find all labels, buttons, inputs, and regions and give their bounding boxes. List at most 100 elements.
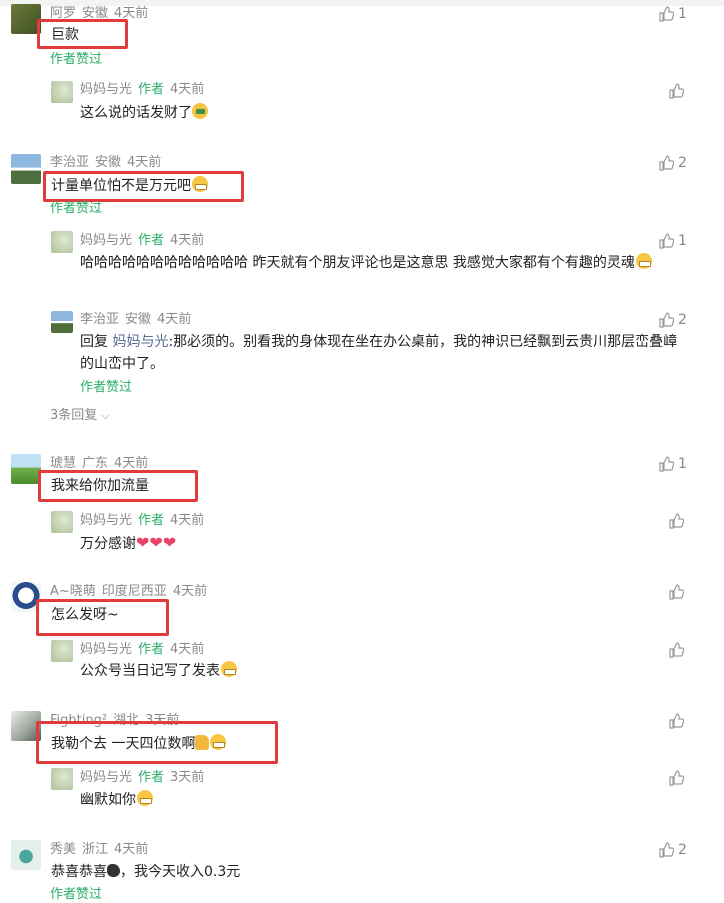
region: 印度尼西亚 [101,584,167,599]
like-button[interactable] [668,512,688,530]
author-badge: 作者 [138,642,165,657]
thumbs-up-icon [669,713,684,729]
comment-meta: 琥慧 广东 4天前 [50,456,154,472]
like-count: 1 [678,456,687,472]
timestamp: 3天前 [170,770,205,785]
like-button[interactable] [668,712,688,730]
thumbs-up-icon [669,770,684,786]
heart-icon: ❤ [136,533,150,552]
comment-text: 我来给你加流量 [51,478,149,494]
avatar[interactable] [11,711,41,741]
comment-text-content: 计量单位怕不是万元吧 [51,178,191,194]
grin-emoji-icon [221,661,237,677]
avatar[interactable] [51,640,73,662]
comment-text: 计量单位怕不是万元吧 [51,176,208,196]
author-liked-label: 作者赞过 [50,887,103,902]
like-button[interactable] [668,583,688,601]
avatar[interactable] [51,768,73,790]
reply-text-content: 万分感谢 [80,536,136,552]
comment-text: 怎么发呀~ [51,607,119,623]
avatar[interactable] [11,582,41,612]
avatar[interactable] [51,511,73,533]
thumbs-up-icon [659,842,674,858]
like-button[interactable]: 2 [658,841,687,859]
timestamp: 4天前 [114,6,149,21]
comment-text: 巨款 [51,27,79,43]
grin-emoji-icon [210,734,227,750]
like-count: 2 [678,312,687,328]
reply-meta: 妈妈与光 作者 4天前 [80,82,210,98]
thumbs-up-icon [659,233,674,249]
comment-text-content: 恭喜恭喜 [51,864,107,880]
like-count: 1 [678,233,687,249]
grin-emoji-icon [192,176,208,192]
reply-text-content: 哈哈哈哈哈哈哈哈哈哈哈哈 昨天就有个朋友评论也是这意思 我感觉大家都有个有趣的灵… [80,255,635,271]
username[interactable]: A~晓萌 [50,584,96,599]
comment-text: 我勒个去 一天四位数啊 [51,734,227,754]
reply-text: 幽默如你 [80,790,153,810]
avatar[interactable] [11,4,41,34]
username[interactable]: 李治亚 [50,155,89,170]
username[interactable]: Fighting² [50,713,107,728]
heart-icon: ❤ [162,533,177,552]
thumbs-up-emoji-icon [195,735,210,750]
avatar[interactable] [51,231,73,253]
username[interactable]: 李治亚 [80,312,119,327]
like-button[interactable] [668,82,688,100]
avatar[interactable] [51,81,73,103]
reply-meta: 妈妈与光 作者 4天前 [80,642,210,658]
reply-text: 万分感谢❤❤❤ [80,534,176,554]
like-button[interactable]: 2 [658,311,687,329]
username[interactable]: 阿罗 [50,6,76,21]
reply-text-content: 这么说的话发财了 [80,105,192,121]
author-badge: 作者 [138,770,165,785]
author-liked-label: 作者赞过 [80,380,133,395]
username[interactable]: 妈妈与光 [80,513,132,528]
like-count: 1 [678,6,687,22]
region: 安徽 [82,6,109,21]
avatar[interactable] [51,311,73,333]
username[interactable]: 妈妈与光 [80,82,132,97]
reply-meta: 妈妈与光 作者 3天前 [80,770,210,786]
region: 安徽 [95,155,122,170]
region: 安徽 [125,312,152,327]
reply-text-content: :那必须的。别看我的身体现在坐在办公桌前，我的神识已经飘到云贵川那层峦叠嶂的山峦… [80,334,678,372]
thumbs-up-icon [659,456,674,472]
reply-text-content: 幽默如你 [80,792,136,808]
thumbs-up-icon [669,513,684,529]
reply-text: 哈哈哈哈哈哈哈哈哈哈哈哈 昨天就有个朋友评论也是这意思 我感觉大家都有个有趣的灵… [80,252,690,274]
like-button[interactable]: 1 [658,5,687,23]
avatar[interactable] [11,454,41,484]
username[interactable]: 秀美 [50,842,76,857]
reply-to-user[interactable]: 妈妈与光 [112,334,168,350]
author-liked-label: 作者赞过 [50,201,103,216]
like-button[interactable]: 1 [658,232,687,250]
like-button[interactable] [668,769,688,787]
comment-meta: 阿罗 安徽 4天前 [50,6,154,22]
more-replies-label: 3条回复 [50,408,98,423]
timestamp: 4天前 [127,155,162,170]
username[interactable]: 妈妈与光 [80,233,132,248]
timestamp: 4天前 [172,584,208,599]
avatar[interactable] [11,154,41,184]
username[interactable]: 妈妈与光 [80,770,132,785]
timestamp: 4天前 [170,513,205,528]
like-button[interactable] [668,641,688,659]
reply-text: 公众号当日记写了发表 [80,661,237,681]
more-replies-link[interactable]: 3条回复 ⌵ [50,408,110,424]
avatar[interactable] [11,840,41,870]
money-emoji-icon [192,103,208,119]
thumbs-up-icon [659,155,674,171]
like-button[interactable]: 2 [658,154,687,172]
reply-text: 回复 妈妈与光:那必须的。别看我的身体现在坐在办公桌前，我的神识已经飘到云贵川那… [80,331,690,375]
heart-icon: ❤ [149,533,163,552]
chevron-down-icon: ⌵ [101,409,110,422]
username[interactable]: 琥慧 [50,456,76,471]
comment-meta: 李治亚 安徽 4天前 [50,155,167,171]
like-count: 2 [678,155,687,171]
comment-text-content: 我勒个去 一天四位数啊 [51,736,196,752]
like-button[interactable]: 1 [658,455,687,473]
hand-emoji-icon [107,864,120,877]
username[interactable]: 妈妈与光 [80,642,132,657]
timestamp: 4天前 [170,82,205,97]
